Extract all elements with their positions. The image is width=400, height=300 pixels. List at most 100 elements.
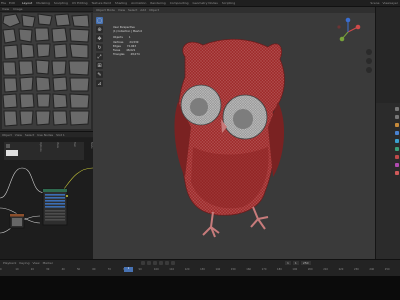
annotate-tool[interactable]: ✎	[96, 71, 103, 78]
ruler-tick: 130	[200, 268, 205, 271]
tab-shading[interactable]: Shading	[115, 1, 127, 5]
node-menu-select[interactable]: Select	[25, 133, 34, 137]
start-frame-field[interactable]: 1	[292, 261, 299, 265]
rotate-tool[interactable]: ↻	[96, 44, 103, 51]
scene-selectors: Scene ViewLayer	[370, 1, 398, 5]
current-frame-field[interactable]: 1	[285, 261, 291, 265]
viewport-menu-object[interactable]: Object	[149, 8, 159, 12]
material-properties-icon[interactable]	[395, 155, 399, 159]
tab-scripting[interactable]: Scripting	[222, 1, 235, 5]
viewport-menu-add[interactable]: Add	[140, 8, 146, 12]
particle-properties-icon[interactable]	[395, 139, 399, 143]
tab-texture-paint[interactable]: Texture Paint	[92, 1, 111, 5]
tab-view[interactable]: View	[56, 142, 59, 252]
timeline-header: Playback Keying View Marker	[0, 260, 400, 266]
prev-keyframe-icon[interactable]	[147, 261, 151, 265]
ruler-tick: 110	[169, 268, 175, 271]
data-properties-icon[interactable]	[395, 171, 399, 175]
ruler-tick: 100	[153, 268, 159, 271]
timeline[interactable]: Playback Keying View Marker 1 1 250 0 10…	[0, 259, 400, 276]
frame-ruler[interactable]: 0 10 20 30 40 50 60 70 80 90 100 110 120…	[0, 268, 400, 273]
jump-end-icon[interactable]	[171, 261, 175, 265]
use-nodes-toggle[interactable]: Use Nodes	[37, 133, 53, 137]
tool-shelf: ▢ ⊕ ✥ ↻ ⤢ ⊞ ✎ ⊿	[96, 17, 105, 89]
tab-compositing[interactable]: Compositing	[170, 1, 189, 5]
slot-selector[interactable]: Slot 1	[56, 133, 65, 137]
jump-start-icon[interactable]	[141, 261, 145, 265]
scene-statistics: Objects 1 Vertices 24,530 Edges 72,063 Face…	[113, 36, 142, 57]
main-menu: File Edit	[1, 1, 15, 5]
ruler-tick: 20	[30, 268, 34, 271]
viewport-header: Object Mode View Select Add Object	[93, 7, 375, 13]
ruler-tick: 170	[261, 268, 267, 271]
scale-tool[interactable]: ⤢	[96, 53, 103, 60]
viewport-info-overlay: User Perspective (1) Collection | Mesh.0…	[113, 26, 142, 57]
ruler-tick: 60	[92, 268, 96, 271]
node-menu-object[interactable]: Object	[2, 133, 12, 137]
tab-modeling[interactable]: Modeling	[36, 1, 50, 5]
render-properties-icon[interactable]	[395, 115, 399, 119]
timeline-menu-view[interactable]: View	[32, 261, 39, 265]
end-frame-field[interactable]: 250	[300, 261, 311, 265]
frame-range: 1 1 250	[285, 261, 311, 265]
texture-menu-image[interactable]: Image	[13, 7, 22, 11]
object-properties-icon[interactable]	[395, 123, 399, 127]
scene-selector[interactable]: Scene	[370, 1, 379, 5]
properties-editor[interactable]	[375, 7, 400, 259]
ruler-tick: 200	[307, 268, 313, 271]
ruler-tick: 180	[277, 268, 282, 271]
tool-properties-icon[interactable]	[395, 107, 399, 111]
viewport-menu-select[interactable]: Select	[128, 8, 137, 12]
ruler-tick: 150	[230, 268, 236, 271]
tab-uv-editing[interactable]: UV Editing	[72, 1, 88, 5]
texture-menu-view[interactable]: View	[2, 7, 9, 11]
ruler-tick: 210	[323, 268, 328, 271]
playhead[interactable]: 1	[124, 267, 133, 272]
ruler-tick: 90	[138, 268, 142, 271]
timeline-menu-playback[interactable]: Playback	[3, 261, 16, 265]
tab-options[interactable]: Options	[39, 142, 42, 252]
transform-tool[interactable]: ⊞	[96, 62, 103, 69]
tab-rendering[interactable]: Rendering	[150, 1, 165, 5]
select-box-tool[interactable]: ▢	[96, 17, 103, 24]
view-layer-selector[interactable]: ViewLayer	[383, 1, 398, 5]
play-icon[interactable]	[159, 261, 163, 265]
tab-layout[interactable]: Layout	[22, 1, 32, 5]
3d-viewport[interactable]: Object Mode View Select Add Object ▢ ⊕ ✥…	[93, 7, 375, 259]
viewport-menu-view[interactable]: View	[118, 8, 125, 12]
tab-tool[interactable]: Tool	[73, 142, 76, 252]
play-reverse-icon[interactable]	[153, 261, 157, 265]
tab-sculpting[interactable]: Sculpting	[54, 1, 68, 5]
ruler-tick: 250	[384, 268, 390, 271]
navigation-gizmo[interactable]	[333, 17, 363, 47]
viewport-nav-buttons	[366, 49, 372, 73]
move-tool[interactable]: ✥	[96, 35, 103, 42]
properties-tabs	[394, 107, 400, 175]
node-menu-view[interactable]: View	[15, 133, 22, 137]
texture-preview[interactable]	[2, 13, 91, 129]
zoom-icon[interactable]	[366, 49, 372, 55]
measure-tool[interactable]: ⊿	[96, 80, 103, 87]
camera-icon[interactable]	[366, 67, 372, 73]
outliner[interactable]	[376, 7, 400, 103]
ruler-tick: 30	[46, 268, 50, 271]
pan-icon[interactable]	[366, 58, 372, 64]
ruler-tick: 50	[76, 268, 81, 271]
timeline-menu-marker[interactable]: Marker	[43, 261, 53, 265]
cursor-tool[interactable]: ⊕	[96, 26, 103, 33]
timeline-menu-keying[interactable]: Keying	[19, 261, 29, 265]
node-graph[interactable]	[0, 138, 93, 260]
tab-geometry-nodes[interactable]: Geometry Nodes	[193, 1, 218, 5]
mode-selector[interactable]: Object Mode	[96, 8, 115, 12]
menu-file[interactable]: File	[1, 1, 6, 5]
next-keyframe-icon[interactable]	[165, 261, 169, 265]
shader-node-editor: Object View Select Use Nodes Slot 1 Node…	[0, 131, 93, 260]
texture-properties-icon[interactable]	[395, 163, 399, 167]
ruler-tick: 220	[338, 268, 344, 271]
playback-controls	[141, 261, 175, 265]
tab-animation[interactable]: Animation	[131, 1, 146, 5]
menu-edit[interactable]: Edit	[9, 1, 15, 5]
physics-properties-icon[interactable]	[395, 147, 399, 151]
node-editor-header: Object View Select Use Nodes Slot 1	[0, 132, 93, 137]
modifier-properties-icon[interactable]	[395, 131, 399, 135]
